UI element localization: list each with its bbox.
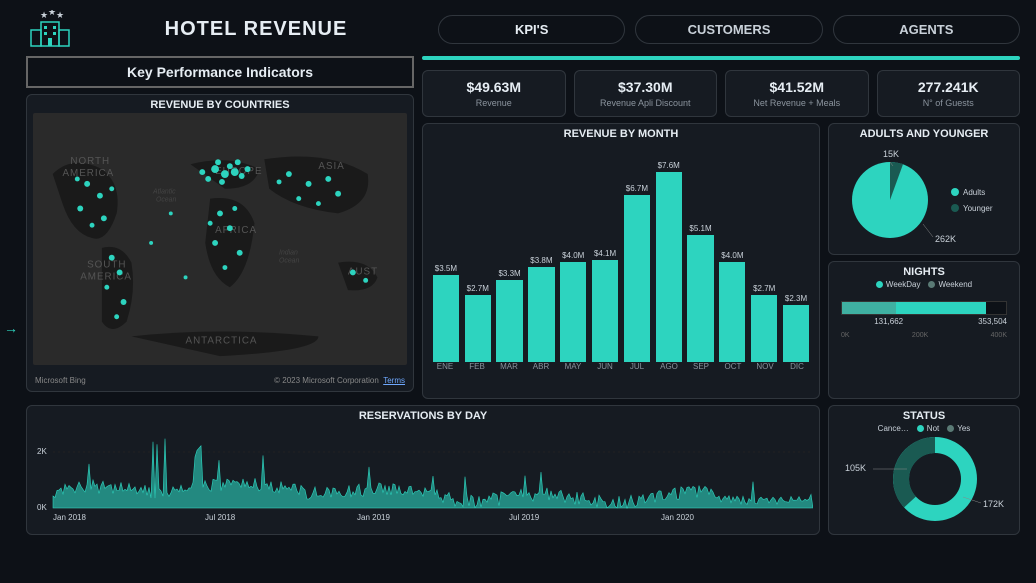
tab-agents[interactable]: AGENTS: [833, 15, 1020, 44]
card-net-revenue: $41.52M Net Revenue + Meals: [725, 70, 869, 117]
svg-text:Adults: Adults: [963, 188, 985, 197]
svg-text:AMERICA: AMERICA: [63, 168, 115, 179]
svg-text:AMERICA: AMERICA: [80, 271, 132, 282]
svg-text:105K: 105K: [845, 463, 866, 473]
svg-text:★: ★: [56, 10, 64, 20]
card-revenue-discount: $37.30M Revenue Apli Discount: [574, 70, 718, 117]
svg-text:Ocean: Ocean: [279, 258, 299, 265]
svg-text:Indian: Indian: [279, 250, 298, 257]
status-chart[interactable]: STATUS Cance… Not Yes 105K 172K: [828, 405, 1020, 535]
svg-text:0K: 0K: [37, 503, 47, 512]
expand-sidebar-button[interactable]: →: [4, 320, 18, 336]
svg-text:NORTH: NORTH: [70, 156, 110, 167]
svg-text:172K: 172K: [983, 499, 1004, 509]
svg-text:15K: 15K: [883, 149, 899, 159]
svg-text:Ocean: Ocean: [156, 197, 176, 204]
svg-text:Jan 2020: Jan 2020: [661, 513, 694, 522]
svg-text:SOUTH: SOUTH: [87, 260, 126, 271]
world-map[interactable]: NORTHAMERICA SOUTHAMERICA EUROPE AFRICA …: [33, 113, 407, 365]
svg-text:2K: 2K: [37, 447, 47, 456]
svg-text:Jan 2018: Jan 2018: [53, 513, 86, 522]
svg-text:AFRICA: AFRICA: [215, 225, 257, 236]
page-title: HOTEL REVENUE: [86, 18, 426, 41]
svg-text:262K: 262K: [935, 234, 956, 244]
kpi-section-title: Key Performance Indicators: [26, 56, 414, 88]
svg-text:★: ★: [40, 10, 48, 20]
card-revenue: $49.63M Revenue: [422, 70, 566, 117]
accent-bar: [422, 56, 1020, 60]
hotel-logo-icon: ★ ★ ★: [26, 8, 74, 50]
svg-text:Jul 2019: Jul 2019: [509, 513, 540, 522]
map-panel[interactable]: REVENUE BY COUNTRIES NORTHAMERICA SOUTHA…: [26, 94, 414, 392]
tab-kpis[interactable]: KPI'S: [438, 15, 625, 44]
svg-text:Atlantic: Atlantic: [152, 189, 176, 196]
card-guests: 277.241K N° of Guests: [877, 70, 1021, 117]
svg-text:Jul 2018: Jul 2018: [205, 513, 236, 522]
map-terms-link[interactable]: Terms: [383, 376, 405, 385]
adults-younger-chart[interactable]: ADULTS AND YOUNGER 15K 262K Adults Yo: [828, 123, 1020, 255]
svg-text:ASIA: ASIA: [318, 161, 344, 172]
map-attrib-left: Microsoft Bing: [35, 376, 86, 385]
svg-text:Younger: Younger: [963, 204, 993, 213]
svg-text:ANTARCTICA: ANTARCTICA: [186, 335, 258, 346]
svg-text:★: ★: [48, 10, 56, 17]
map-title: REVENUE BY COUNTRIES: [33, 99, 407, 111]
nights-chart[interactable]: NIGHTS WeekDay Weekend 131,662: [828, 261, 1020, 399]
svg-text:Jan 2019: Jan 2019: [357, 513, 390, 522]
tab-customers[interactable]: CUSTOMERS: [635, 15, 822, 44]
reservations-chart[interactable]: RESERVATIONS BY DAY 2K 0K Jan 2018Jul 20…: [26, 405, 820, 535]
revenue-month-chart[interactable]: REVENUE BY MONTH $3.5M$2.7M$3.3M$3.8M$4.…: [422, 123, 820, 399]
